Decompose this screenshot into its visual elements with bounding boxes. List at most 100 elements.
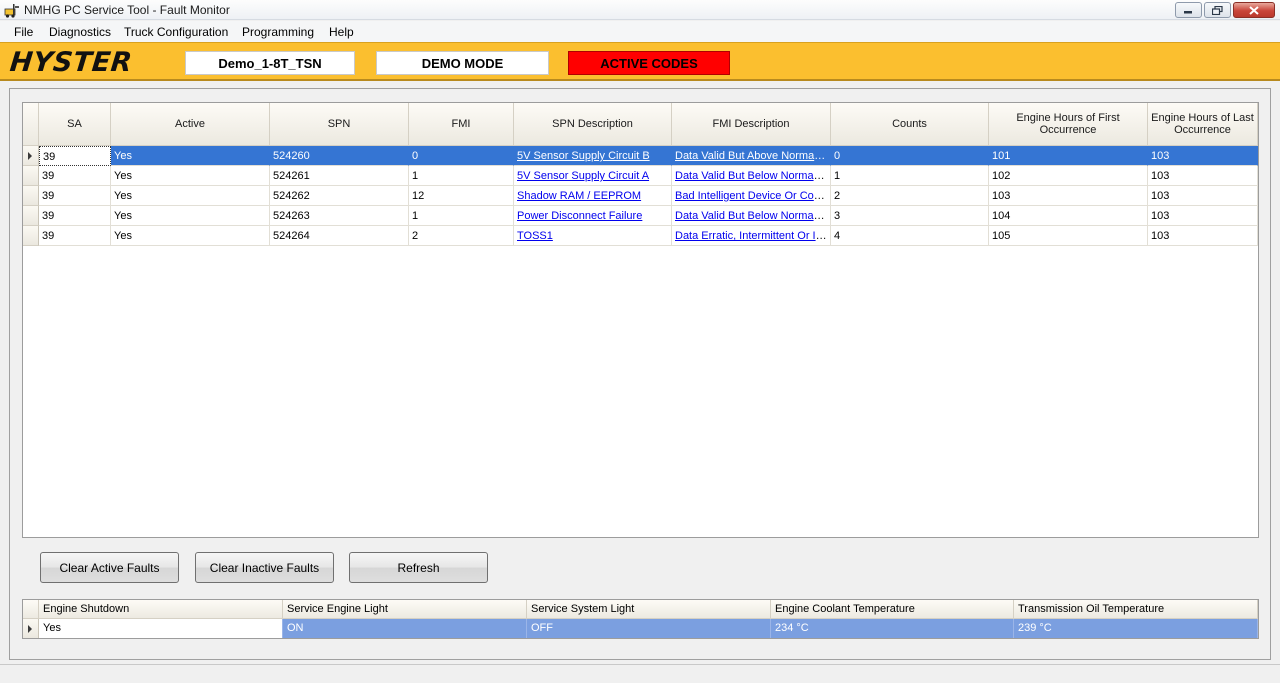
cell-fmi-description[interactable]: Data Erratic, Intermittent Or In... [672, 226, 831, 246]
col-transmission-oil-temperature[interactable]: Transmission Oil Temperature [1014, 600, 1258, 619]
cell-spn[interactable]: 524264 [270, 226, 409, 246]
cell-counts[interactable]: 4 [831, 226, 989, 246]
cell-active[interactable]: Yes [111, 226, 270, 246]
col-service-engine-light[interactable]: Service Engine Light [283, 600, 527, 619]
menu-file[interactable]: File [14, 25, 33, 39]
table-row[interactable]: 39 Yes 524261 1 5V Sensor Supply Circuit… [23, 166, 1258, 186]
table-row[interactable]: 39 Yes 524262 12 Shadow RAM / EEPROM Bad… [23, 186, 1258, 206]
col-spn-description[interactable]: SPN Description [514, 103, 672, 145]
clear-active-faults-button[interactable]: Clear Active Faults [40, 552, 179, 583]
col-spn[interactable]: SPN [270, 103, 409, 145]
active-codes-badge: ACTIVE CODES [568, 51, 730, 75]
cell-first-occurrence[interactable]: 101 [989, 146, 1148, 166]
cell-spn-description[interactable]: Shadow RAM / EEPROM [514, 186, 672, 206]
row-selector[interactable] [23, 619, 39, 638]
table-row[interactable]: 39 Yes 524260 0 5V Sensor Supply Circuit… [23, 146, 1258, 166]
cell-last-occurrence[interactable]: 103 [1148, 226, 1258, 246]
status-values-row[interactable]: Yes ON OFF 234 °C 239 °C [23, 619, 1258, 638]
cell-counts[interactable]: 2 [831, 186, 989, 206]
cell-service-system-light[interactable]: OFF [527, 619, 771, 638]
menu-truck-configuration[interactable]: Truck Configuration [124, 25, 228, 39]
cell-fmi[interactable]: 2 [409, 226, 514, 246]
cell-spn[interactable]: 524260 [270, 146, 409, 166]
cell-counts[interactable]: 0 [831, 146, 989, 166]
cell-spn[interactable]: 524262 [270, 186, 409, 206]
cell-fmi-description[interactable]: Data Valid But Below Normal Op... [672, 166, 831, 186]
cell-counts[interactable]: 1 [831, 166, 989, 186]
cell-last-occurrence[interactable]: 103 [1148, 166, 1258, 186]
cell-spn[interactable]: 524261 [270, 166, 409, 186]
cell-sa[interactable]: 39 [39, 146, 111, 166]
cell-engine-coolant-temperature[interactable]: 234 °C [771, 619, 1014, 638]
col-active[interactable]: Active [111, 103, 270, 145]
cell-spn-description[interactable]: 5V Sensor Supply Circuit A [514, 166, 672, 186]
cell-sa[interactable]: 39 [39, 186, 111, 206]
menu-programming[interactable]: Programming [242, 25, 314, 39]
col-fmi-description[interactable]: FMI Description [672, 103, 831, 145]
col-fmi[interactable]: FMI [409, 103, 514, 145]
spn-description-link[interactable]: TOSS1 [517, 230, 553, 242]
cell-active[interactable]: Yes [111, 186, 270, 206]
cell-active[interactable]: Yes [111, 206, 270, 226]
fmi-description-link[interactable]: Data Valid But Below Normal Op... [675, 170, 830, 182]
spn-description-link[interactable]: 5V Sensor Supply Circuit B [517, 150, 650, 162]
row-selector[interactable] [23, 146, 39, 166]
cell-last-occurrence[interactable]: 103 [1148, 186, 1258, 206]
refresh-button[interactable]: Refresh [349, 552, 488, 583]
fmi-description-link[interactable]: Data Erratic, Intermittent Or In... [675, 230, 830, 242]
cell-first-occurrence[interactable]: 102 [989, 166, 1148, 186]
cell-sa[interactable]: 39 [39, 166, 111, 186]
row-selector[interactable] [23, 226, 39, 246]
fmi-description-link[interactable]: Data Valid But Below Normal Op... [675, 210, 830, 222]
cell-spn-description[interactable]: 5V Sensor Supply Circuit B [514, 146, 672, 166]
col-counts[interactable]: Counts [831, 103, 989, 145]
cell-first-occurrence[interactable]: 103 [989, 186, 1148, 206]
table-row[interactable]: 39 Yes 524263 1 Power Disconnect Failure… [23, 206, 1258, 226]
col-engine-shutdown[interactable]: Engine Shutdown [39, 600, 283, 619]
truck-status-grid[interactable]: Engine Shutdown Service Engine Light Ser… [22, 599, 1259, 639]
fault-codes-grid[interactable]: SA Active SPN FMI SPN Description FMI De… [22, 102, 1259, 538]
cell-last-occurrence[interactable]: 103 [1148, 146, 1258, 166]
menu-diagnostics[interactable]: Diagnostics [49, 25, 111, 39]
cell-first-occurrence[interactable]: 105 [989, 226, 1148, 246]
cell-engine-shutdown[interactable]: Yes [39, 619, 283, 638]
fmi-description-link[interactable]: Bad Intelligent Device Or Comp... [675, 190, 830, 202]
spn-description-link[interactable]: Power Disconnect Failure [517, 210, 642, 222]
col-service-system-light[interactable]: Service System Light [527, 600, 771, 619]
cell-fmi[interactable]: 1 [409, 206, 514, 226]
fmi-description-link[interactable]: Data Valid But Above Normal O... [675, 150, 830, 162]
spn-description-link[interactable]: 5V Sensor Supply Circuit A [517, 170, 649, 182]
cell-spn-description[interactable]: Power Disconnect Failure [514, 206, 672, 226]
col-sa[interactable]: SA [39, 103, 111, 145]
table-row[interactable]: 39 Yes 524264 2 TOSS1 Data Erratic, Inte… [23, 226, 1258, 246]
cell-last-occurrence[interactable]: 103 [1148, 206, 1258, 226]
cell-fmi-description[interactable]: Data Valid But Below Normal Op... [672, 206, 831, 226]
cell-sa[interactable]: 39 [39, 206, 111, 226]
clear-inactive-faults-button[interactable]: Clear Inactive Faults [195, 552, 334, 583]
cell-active[interactable]: Yes [111, 166, 270, 186]
restore-button[interactable] [1204, 2, 1231, 18]
cell-fmi[interactable]: 12 [409, 186, 514, 206]
cell-spn-description[interactable]: TOSS1 [514, 226, 672, 246]
cell-sa[interactable]: 39 [39, 226, 111, 246]
cell-active[interactable]: Yes [111, 146, 270, 166]
row-selector[interactable] [23, 166, 39, 186]
menu-help[interactable]: Help [329, 25, 354, 39]
col-engine-coolant-temperature[interactable]: Engine Coolant Temperature [771, 600, 1014, 619]
col-last-occurrence[interactable]: Engine Hours of Last Occurrence [1148, 103, 1258, 145]
cell-fmi[interactable]: 1 [409, 166, 514, 186]
row-selector[interactable] [23, 206, 39, 226]
cell-fmi-description[interactable]: Data Valid But Above Normal O... [672, 146, 831, 166]
row-selector[interactable] [23, 186, 39, 206]
cell-fmi-description[interactable]: Bad Intelligent Device Or Comp... [672, 186, 831, 206]
cell-spn[interactable]: 524263 [270, 206, 409, 226]
spn-description-link[interactable]: Shadow RAM / EEPROM [517, 190, 641, 202]
col-first-occurrence[interactable]: Engine Hours of First Occurrence [989, 103, 1148, 145]
minimize-button[interactable] [1175, 2, 1202, 18]
cell-fmi[interactable]: 0 [409, 146, 514, 166]
close-button[interactable] [1233, 2, 1275, 18]
cell-transmission-oil-temperature[interactable]: 239 °C [1014, 619, 1258, 638]
cell-first-occurrence[interactable]: 104 [989, 206, 1148, 226]
cell-service-engine-light[interactable]: ON [283, 619, 527, 638]
cell-counts[interactable]: 3 [831, 206, 989, 226]
